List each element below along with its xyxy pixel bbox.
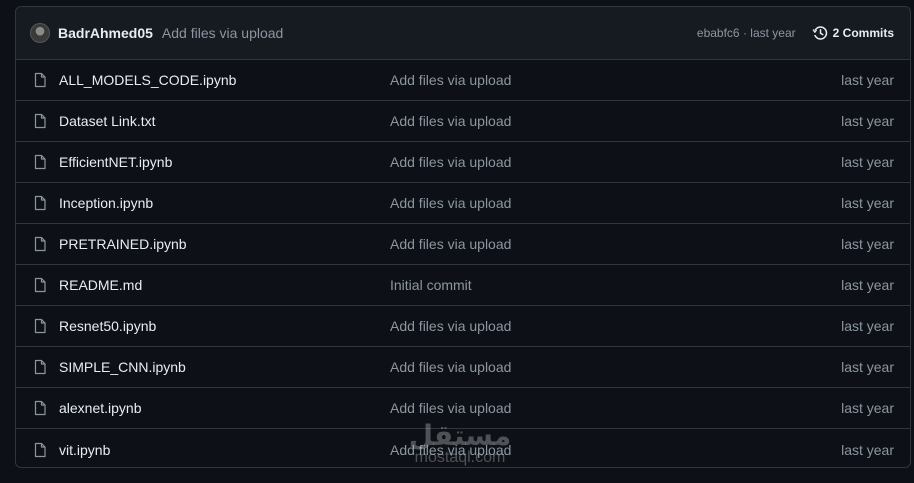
- file-commit-date: last year: [841, 72, 894, 88]
- file-commit-message[interactable]: Add files via upload: [390, 400, 841, 416]
- commit-hash[interactable]: ebabfc6: [697, 26, 740, 40]
- file-row[interactable]: ALL_MODELS_CODE.ipynb Add files via uploa…: [16, 60, 910, 101]
- file-icon: [34, 154, 46, 170]
- file-name-link[interactable]: EfficientNET.ipynb: [59, 154, 390, 170]
- file-name-link[interactable]: Resnet50.ipynb: [59, 318, 390, 334]
- file-row[interactable]: EfficientNET.ipynb Add files via upload la…: [16, 142, 910, 183]
- file-commit-date: last year: [841, 195, 894, 211]
- file-commit-date: last year: [841, 113, 894, 129]
- meta-separator: ·: [739, 26, 751, 40]
- file-name-link[interactable]: alexnet.ipynb: [59, 400, 390, 416]
- file-name-link[interactable]: ALL_MODELS_CODE.ipynb: [59, 72, 390, 88]
- file-commit-message[interactable]: Add files via upload: [390, 154, 841, 170]
- file-name-link[interactable]: Inception.ipynb: [59, 195, 390, 211]
- file-icon: [34, 236, 46, 252]
- file-name-link[interactable]: README.md: [59, 277, 390, 293]
- file-commit-message[interactable]: Add files via upload: [390, 359, 841, 375]
- file-row[interactable]: SIMPLE_CNN.ipynb Add files via upload last…: [16, 347, 910, 388]
- file-icon: [34, 277, 46, 293]
- file-icon: [34, 113, 46, 129]
- file-commit-message[interactable]: Add files via upload: [390, 113, 841, 129]
- file-commit-date: last year: [841, 236, 894, 252]
- file-commit-date: last year: [841, 318, 894, 334]
- file-commit-message[interactable]: Add files via upload: [390, 195, 841, 211]
- file-commit-message[interactable]: Initial commit: [390, 277, 841, 293]
- file-list-box: BadrAhmed05 Add files via upload ebabfc6…: [15, 6, 911, 468]
- file-name-link[interactable]: SIMPLE_CNN.ipynb: [59, 359, 390, 375]
- file-commit-date: last year: [841, 359, 894, 375]
- history-icon: [812, 26, 827, 40]
- file-row[interactable]: vit.ipynb Add files via upload last year: [16, 429, 910, 467]
- file-commit-message[interactable]: Add files via upload: [390, 318, 841, 334]
- commits-link[interactable]: 2 Commits: [812, 25, 894, 41]
- commit-time: last year: [750, 26, 796, 40]
- avatar[interactable]: [30, 23, 50, 43]
- file-icon: [34, 400, 46, 416]
- file-icon: [34, 72, 46, 88]
- commit-message[interactable]: Add files via upload: [162, 25, 283, 41]
- file-name-link[interactable]: PRETRAINED.ipynb: [59, 236, 390, 252]
- file-commit-date: last year: [841, 400, 894, 416]
- file-commit-date: last year: [841, 154, 894, 170]
- file-rows: ALL_MODELS_CODE.ipynb Add files via uploa…: [16, 60, 910, 467]
- file-row[interactable]: README.md Initial commit last year: [16, 265, 910, 306]
- latest-commit-header: BadrAhmed05 Add files via upload ebabfc6…: [16, 7, 910, 60]
- commit-meta: ebabfc6 · last year: [697, 26, 796, 40]
- file-icon: [34, 359, 46, 375]
- file-icon: [34, 195, 46, 211]
- file-row[interactable]: Resnet50.ipynb Add files via upload last y…: [16, 306, 910, 347]
- file-commit-message[interactable]: Add files via upload: [390, 442, 841, 458]
- commit-author[interactable]: BadrAhmed05: [58, 25, 153, 41]
- file-name-link[interactable]: Dataset Link.txt: [59, 113, 390, 129]
- file-commit-date: last year: [841, 277, 894, 293]
- file-name-link[interactable]: vit.ipynb: [59, 442, 390, 458]
- file-icon: [34, 442, 46, 457]
- file-commit-message[interactable]: Add files via upload: [390, 72, 841, 88]
- file-row[interactable]: alexnet.ipynb Add files via upload last ye…: [16, 388, 910, 429]
- file-row[interactable]: Inception.ipynb Add files via upload last …: [16, 183, 910, 224]
- file-row[interactable]: Dataset Link.txt Add files via upload last…: [16, 101, 910, 142]
- file-commit-date: last year: [841, 441, 894, 458]
- commits-label: 2 Commits: [832, 26, 894, 40]
- file-commit-message[interactable]: Add files via upload: [390, 236, 841, 252]
- file-row[interactable]: PRETRAINED.ipynb Add files via upload last…: [16, 224, 910, 265]
- file-icon: [34, 318, 46, 334]
